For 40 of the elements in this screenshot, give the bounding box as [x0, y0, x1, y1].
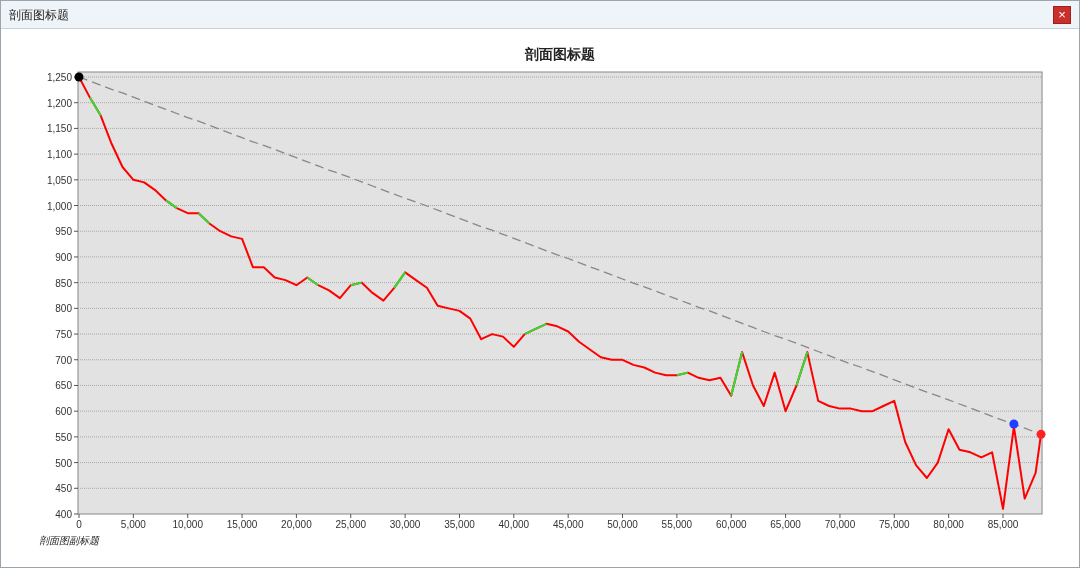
tick-label: 900 — [55, 251, 72, 263]
tick-label: 15,000 — [226, 519, 258, 530]
close-button[interactable]: × — [1053, 5, 1071, 24]
tick-label: 50,000 — [607, 519, 638, 530]
tick-label: 650 — [55, 380, 72, 392]
tick-label: 950 — [55, 226, 72, 238]
tick-label: 30,000 — [389, 519, 421, 530]
tick-label: 20,000 — [281, 519, 312, 530]
tick-label: 700 — [55, 354, 72, 366]
axis-title: 剖面图副标题 — [39, 535, 99, 546]
tick-label: 1,250 — [46, 72, 72, 83]
tick-label: 45,000 — [552, 519, 584, 530]
tick-label: 70,000 — [824, 519, 856, 530]
tick-label: 400 — [55, 509, 72, 520]
tick-label: 80,000 — [933, 519, 964, 530]
chart-title: 剖面图标题 — [525, 46, 595, 62]
tick-label: 850 — [55, 277, 72, 289]
tick-label: 600 — [55, 406, 72, 418]
tick-label: 35,000 — [444, 519, 475, 530]
tick-label: 800 — [55, 303, 72, 315]
tick-label: 55,000 — [661, 519, 693, 530]
tick-label: 25,000 — [335, 519, 367, 530]
tick-label: 550 — [55, 431, 72, 443]
tick-label: 65,000 — [770, 519, 801, 530]
tick-label: 1,050 — [46, 174, 72, 186]
tick-label: 10,000 — [172, 519, 203, 530]
tick-label: 60,000 — [715, 519, 747, 530]
tick-label: 1,150 — [46, 123, 72, 135]
tick-label: 450 — [55, 483, 72, 495]
tick-label: 75,000 — [879, 519, 910, 530]
tick-label: 1,200 — [46, 97, 72, 109]
tick-label: 1,100 — [46, 149, 72, 161]
tick-label: 5,000 — [120, 519, 146, 530]
tick-label: 85,000 — [987, 519, 1019, 530]
tick-label: 40,000 — [498, 519, 530, 530]
window-title: 剖面图标题 — [9, 6, 69, 24]
tick-label: 750 — [55, 329, 72, 341]
tick-label: 0 — [76, 519, 82, 530]
tick-label: 500 — [55, 457, 72, 469]
tick-label: 1,000 — [46, 200, 72, 212]
